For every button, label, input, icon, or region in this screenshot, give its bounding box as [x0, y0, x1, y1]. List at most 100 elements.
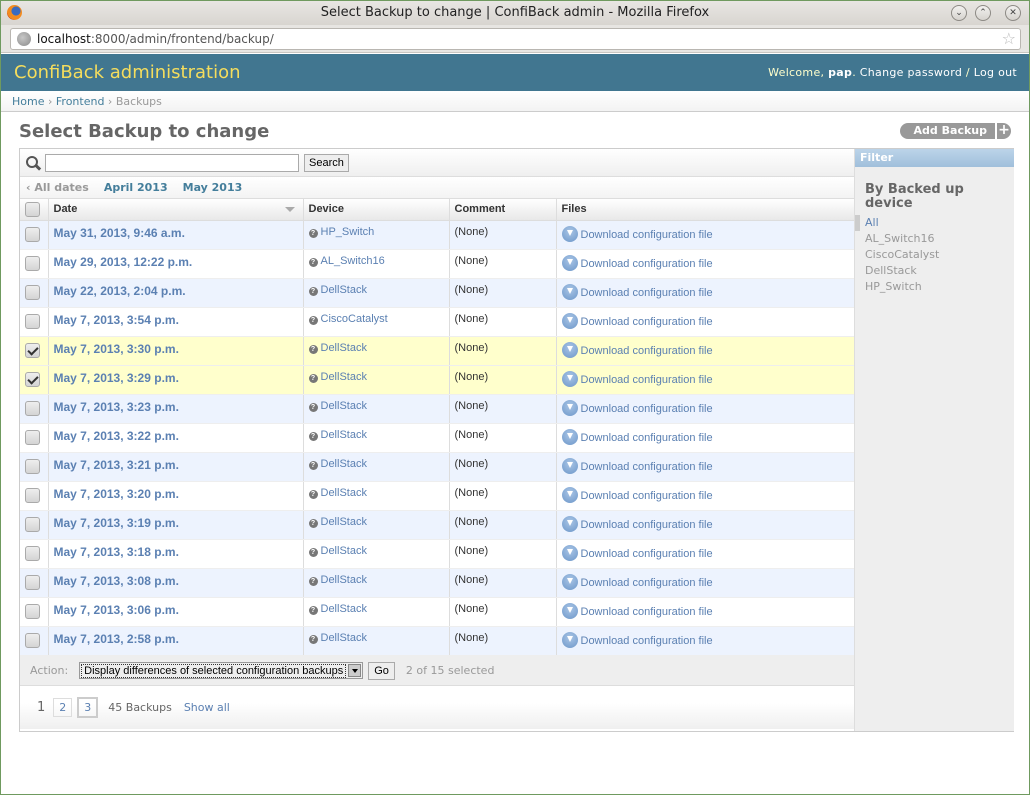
backup-date-link[interactable]: May 7, 2013, 3:21 p.m. — [54, 458, 179, 472]
device-link[interactable]: DellStack — [321, 371, 367, 383]
search-input[interactable] — [45, 153, 299, 172]
download-link[interactable]: Download configuration file — [581, 345, 713, 357]
row-checkbox[interactable] — [25, 546, 40, 561]
bookmark-star-icon[interactable]: ☆ — [1002, 30, 1016, 48]
filter-option[interactable]: DellStack — [855, 263, 1014, 279]
row-checkbox[interactable] — [25, 575, 40, 590]
device-link[interactable]: DellStack — [321, 400, 367, 412]
action-select[interactable]: Display differences of selected configur… — [79, 662, 364, 679]
date-april-2013[interactable]: April 2013 — [104, 181, 168, 194]
backup-date-link[interactable]: May 31, 2013, 9:46 a.m. — [54, 226, 185, 240]
show-all-link[interactable]: Show all — [184, 701, 230, 714]
column-device[interactable]: Device — [302, 199, 449, 221]
row-checkbox[interactable] — [25, 430, 40, 445]
device-link[interactable]: DellStack — [321, 487, 367, 499]
change-password-link[interactable]: Change password — [860, 66, 962, 79]
download-icon[interactable] — [561, 544, 578, 561]
download-link[interactable]: Download configuration file — [581, 374, 713, 386]
backup-date-link[interactable]: May 7, 2013, 3:06 p.m. — [54, 603, 179, 617]
download-link[interactable]: Download configuration file — [581, 577, 713, 589]
filter-option[interactable]: AL_Switch16 — [855, 231, 1014, 247]
backup-date-link[interactable]: May 7, 2013, 3:08 p.m. — [54, 574, 179, 588]
backup-date-link[interactable]: May 7, 2013, 3:20 p.m. — [54, 487, 179, 501]
row-checkbox[interactable] — [25, 459, 40, 474]
device-link[interactable]: DellStack — [321, 429, 367, 441]
download-icon[interactable] — [561, 254, 578, 271]
column-comment[interactable]: Comment — [448, 199, 556, 221]
download-link[interactable]: Download configuration file — [581, 606, 713, 618]
backup-date-link[interactable]: May 29, 2013, 12:22 p.m. — [54, 255, 193, 269]
download-link[interactable]: Download configuration file — [581, 432, 713, 444]
page-link-3[interactable]: 3 — [77, 696, 99, 718]
download-icon[interactable] — [561, 602, 578, 619]
download-icon[interactable] — [561, 225, 578, 242]
download-icon[interactable] — [561, 486, 578, 503]
device-link[interactable]: CiscoCatalyst — [321, 313, 388, 325]
download-link[interactable]: Download configuration file — [581, 287, 713, 299]
select-all-checkbox[interactable] — [25, 201, 40, 217]
backup-date-link[interactable]: May 7, 2013, 3:19 p.m. — [54, 516, 179, 530]
row-checkbox[interactable] — [25, 633, 40, 648]
add-backup-button[interactable]: Add Backup + — [899, 123, 1011, 139]
device-link[interactable]: HP_Switch — [321, 226, 375, 238]
row-checkbox[interactable] — [25, 517, 40, 532]
download-link[interactable]: Download configuration file — [581, 490, 713, 502]
download-icon[interactable] — [561, 428, 578, 445]
filter-option[interactable]: CiscoCatalyst — [855, 247, 1014, 263]
row-checkbox[interactable] — [25, 227, 40, 242]
date-may-2013[interactable]: May 2013 — [183, 181, 243, 194]
all-dates-link[interactable]: ‹ All dates — [26, 181, 89, 194]
row-checkbox[interactable] — [25, 401, 40, 416]
go-button[interactable]: Go — [368, 661, 395, 680]
minimize-button[interactable]: ⌄ — [951, 5, 967, 21]
download-link[interactable]: Download configuration file — [581, 258, 713, 270]
download-icon[interactable] — [561, 341, 578, 358]
row-checkbox[interactable] — [25, 314, 40, 329]
sort-desc-icon[interactable] — [284, 207, 295, 212]
row-checkbox[interactable] — [25, 256, 40, 271]
device-link[interactable]: AL_Switch16 — [321, 255, 385, 267]
page-link-2[interactable]: 2 — [53, 697, 73, 717]
device-link[interactable]: DellStack — [321, 545, 367, 557]
row-checkbox[interactable] — [25, 372, 40, 387]
row-checkbox[interactable] — [25, 343, 40, 358]
backup-date-link[interactable]: May 7, 2013, 3:54 p.m. — [54, 313, 179, 327]
download-icon[interactable] — [561, 399, 578, 416]
download-link[interactable]: Download configuration file — [581, 461, 713, 473]
device-link[interactable]: DellStack — [321, 458, 367, 470]
download-link[interactable]: Download configuration file — [581, 548, 713, 560]
device-link[interactable]: DellStack — [321, 574, 367, 586]
maximize-button[interactable]: ⌃ — [975, 5, 991, 21]
download-icon[interactable] — [561, 631, 578, 648]
backup-date-link[interactable]: May 7, 2013, 3:29 p.m. — [54, 371, 179, 385]
download-icon[interactable] — [561, 573, 578, 590]
device-link[interactable]: DellStack — [321, 632, 367, 644]
download-icon[interactable] — [561, 283, 578, 300]
download-link[interactable]: Download configuration file — [581, 635, 713, 647]
url-bar[interactable]: localhost:8000/admin/frontend/backup/ ☆ — [10, 28, 1021, 50]
device-link[interactable]: DellStack — [321, 284, 367, 296]
row-checkbox[interactable] — [25, 285, 40, 300]
search-button[interactable]: Search — [304, 153, 349, 172]
column-files[interactable]: Files — [555, 199, 854, 221]
backup-date-link[interactable]: May 7, 2013, 2:58 p.m. — [54, 632, 179, 646]
device-link[interactable]: DellStack — [321, 603, 367, 615]
download-link[interactable]: Download configuration file — [581, 403, 713, 415]
device-link[interactable]: DellStack — [321, 516, 367, 528]
close-button[interactable]: ✕ — [1005, 5, 1021, 21]
row-checkbox[interactable] — [25, 604, 40, 619]
backup-date-link[interactable]: May 7, 2013, 3:22 p.m. — [54, 429, 179, 443]
row-checkbox[interactable] — [25, 488, 40, 503]
breadcrumb-frontend[interactable]: Frontend — [56, 95, 105, 108]
download-icon[interactable] — [561, 370, 578, 387]
backup-date-link[interactable]: May 7, 2013, 3:18 p.m. — [54, 545, 179, 559]
backup-date-link[interactable]: May 22, 2013, 2:04 p.m. — [54, 284, 186, 298]
download-link[interactable]: Download configuration file — [581, 519, 713, 531]
column-date[interactable]: Date — [47, 199, 303, 221]
filter-option[interactable]: HP_Switch — [855, 279, 1014, 295]
download-icon[interactable] — [561, 312, 578, 329]
download-link[interactable]: Download configuration file — [581, 316, 713, 328]
download-icon[interactable] — [561, 515, 578, 532]
logout-link[interactable]: Log out — [974, 66, 1017, 79]
filter-option[interactable]: All — [855, 215, 1014, 231]
